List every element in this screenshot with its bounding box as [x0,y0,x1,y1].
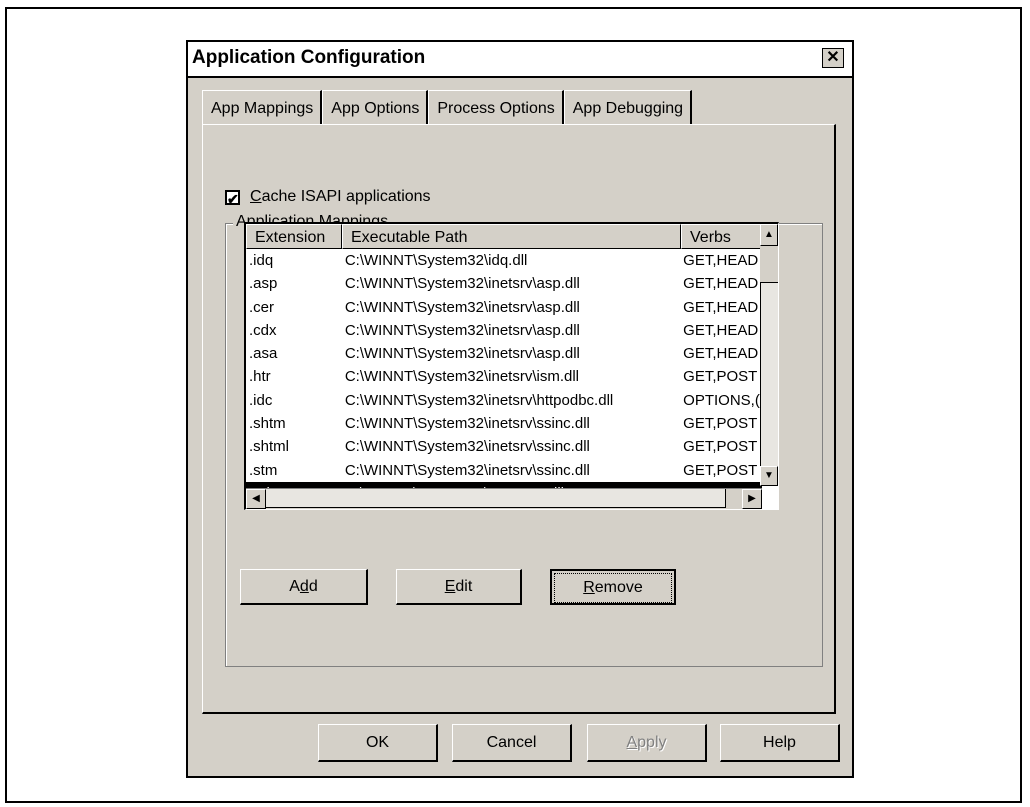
cell-ext: .stm [249,461,278,479]
add-button[interactable]: Add [240,569,368,605]
table-row[interactable]: .idc C:\WINNT\System32\inetsrv\httpodbc.d… [246,389,762,412]
help-button[interactable]: Help [720,724,840,762]
title-bar[interactable]: Application Configuration ✕ [188,42,852,78]
cell-path: C:\WINNT\System32\inetsrv\ssinc.dll [344,461,590,479]
tab-app-options[interactable]: App Options [322,90,429,124]
table-row[interactable]: .asa C:\WINNT\System32\inetsrv\asp.dll GET… [246,342,762,365]
tab-app-debugging[interactable]: App Debugging [563,90,693,124]
ok-button[interactable]: OK [318,724,438,762]
table-row[interactable]: .asp C:\WINNT\System32\inetsrv\asp.dll GET… [246,272,762,295]
cell-verbs: GET,HEAD [683,275,759,293]
cell-verbs: GET,HEAD [683,252,759,269]
vertical-scroll-track[interactable] [760,282,778,484]
cell-path: C:\WINNT\System32\inetsrv\ism.dll [344,368,580,386]
cell-ext: .cdx [249,321,277,339]
cell-ext: .idq [249,252,274,269]
list-rows: .idq C:\WINNT\System32\idq.dll GET,HEAD .as… [246,249,762,506]
column-header-verbs[interactable]: Verbs [681,224,762,249]
cell-path: C:\WINNT\System32\inetsrv\httpodbc.dll [344,391,614,409]
cell-ext: .htr [249,368,271,386]
cell-ext: .asp [249,275,278,293]
cell-verbs: OPTIONS,( [683,391,760,409]
cell-path: C:\WINNT\System32\idq.dll [344,252,528,269]
close-icon[interactable]: ✕ [822,48,844,68]
application-configuration-dialog: Application Configuration ✕ App Mappings… [186,40,854,778]
horizontal-scrollbar[interactable]: ◀ ▶ [246,488,762,509]
scroll-down-icon[interactable]: ▼ [760,466,778,486]
table-row[interactable]: .cer C:\WINNT\System32\inetsrv\asp.dll GET… [246,296,762,319]
cell-path: C:\WINNT\System32\inetsrv\asp.dll [344,298,580,316]
list-header: Extension Executable Path Verbs [246,224,778,249]
table-row[interactable]: .shtml C:\WINNT\System32\inetsrv\ssinc.dl… [246,435,762,458]
tab-app-mappings[interactable]: App Mappings [202,90,323,124]
cell-path: C:\WINNT\System32\inetsrv\asp.dll [344,345,580,363]
cell-path: C:\WINNT\System32\inetsrv\ssinc.dll [344,438,590,456]
cell-verbs: GET,POST [683,415,758,433]
cell-verbs: GET,POST [683,438,758,456]
table-row[interactable]: .shtm C:\WINNT\System32\inetsrv\ssinc.dll… [246,412,762,435]
apply-button[interactable]: Apply [587,724,707,762]
tab-strip: App Mappings App Options Process Options… [202,90,693,124]
cell-path: C:\WINNT\System32\inetsrv\asp.dll [344,321,580,339]
table-row[interactable]: .idq C:\WINNT\System32\idq.dll GET,HEAD [246,249,762,272]
cell-verbs: GET,POST [683,368,758,386]
table-row[interactable]: .cdx C:\WINNT\System32\inetsrv\asp.dll GET… [246,319,762,342]
cell-ext: .shtm [249,415,286,433]
cache-isapi-checkbox-row[interactable]: ✔ Cache ISAPI applications [225,188,431,206]
horizontal-scroll-thumb[interactable] [266,489,726,508]
column-header-extension[interactable]: Extension [246,224,342,249]
scroll-up-icon[interactable]: ▲ [760,224,778,246]
cell-verbs: GET,HEAD [683,298,759,316]
window-title: Application Configuration [192,47,426,68]
cell-path: C:\WINNT\System32\inetsrv\ssinc.dll [344,415,590,433]
vertical-scrollbar[interactable]: ▲ ▼ [760,224,778,486]
cell-verbs: GET,HEAD [683,321,759,339]
scroll-right-icon[interactable]: ▶ [742,489,762,509]
cache-isapi-label: Cache ISAPI applications [250,188,431,205]
cell-path: C:\WINNT\System32\inetsrv\asp.dll [344,275,580,293]
mappings-list[interactable]: Extension Executable Path Verbs .idq C:\W… [244,222,779,510]
cell-ext: .cer [249,298,275,316]
cell-verbs: GET,POST [683,461,758,479]
cache-isapi-checkbox[interactable]: ✔ [225,189,240,206]
cell-verbs: GET,HEAD [683,345,759,363]
table-row[interactable]: .stm C:\WINNT\System32\inetsrv\ssinc.dll G… [246,459,762,482]
edit-button[interactable]: Edit [396,569,522,605]
column-header-executable-path[interactable]: Executable Path [342,224,681,249]
cell-ext: .idc [249,391,273,409]
table-row[interactable]: .htr C:\WINNT\System32\inetsrv\ism.dll GET… [246,365,762,388]
remove-button[interactable]: Remove [550,569,676,605]
cancel-button[interactable]: Cancel [452,724,572,762]
cell-ext: .shtml [249,438,290,456]
scroll-left-icon[interactable]: ◀ [246,489,266,509]
cell-ext: .asa [249,345,278,363]
tab-process-options[interactable]: Process Options [428,90,564,124]
